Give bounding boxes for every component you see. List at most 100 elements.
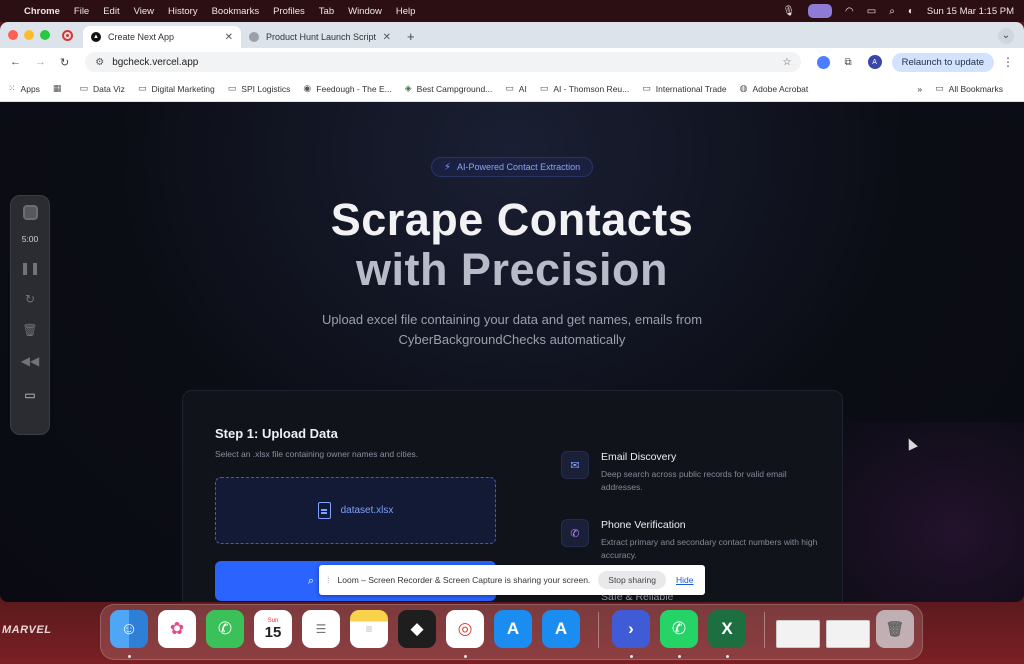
- more-menu-icon[interactable]: ⋮: [1002, 55, 1014, 69]
- minimized-window-thumbnail[interactable]: [826, 620, 870, 648]
- notes-icon[interactable]: ≡: [350, 610, 388, 648]
- bookmark-ai[interactable]: ▭ AI: [505, 83, 527, 94]
- app-store-icon[interactable]: A: [494, 610, 532, 648]
- web-page: ⚡ AI-Powered Contact Extraction Scrape C…: [0, 102, 1024, 602]
- stop-recording-icon[interactable]: [22, 205, 38, 220]
- extensions-puzzle-icon[interactable]: ⧉: [844, 57, 851, 68]
- bookmark-international-trade[interactable]: ▭ International Trade: [642, 83, 726, 94]
- close-tab-icon[interactable]: ✕: [225, 32, 233, 43]
- file-upload-dropzone[interactable]: dataset.xlsx: [215, 477, 496, 544]
- bookmark-star-icon[interactable]: ☆: [782, 57, 791, 68]
- bookmark-best-campground[interactable]: ◈ Best Campground...: [405, 83, 493, 94]
- bookmark-ai-thomson-reuters[interactable]: ▭ AI - Thomson Reu...: [540, 83, 629, 94]
- bookmark-all-bookmarks[interactable]: ▭ All Bookmarks: [935, 83, 1003, 94]
- menu-help[interactable]: Help: [396, 6, 416, 17]
- phone-app-icon[interactable]: ✆: [206, 610, 244, 648]
- lightning-bolt-icon: ⚡: [444, 161, 452, 173]
- dock-separator: [598, 612, 599, 648]
- trash-bin-icon[interactable]: 🗑: [876, 610, 914, 648]
- profile-avatar[interactable]: A: [867, 55, 882, 69]
- minimize-window-button[interactable]: [24, 30, 34, 40]
- control-center-icon[interactable]: ◐: [908, 6, 914, 17]
- globe-icon: ◍: [739, 83, 748, 93]
- feature-description: Deep search across public records for va…: [601, 469, 787, 492]
- minimized-window-thumbnail[interactable]: [776, 620, 820, 648]
- menu-view[interactable]: View: [134, 6, 154, 17]
- menu-profiles[interactable]: Profiles: [273, 6, 305, 17]
- bookmark-apps[interactable]: ⁙ Apps: [8, 83, 40, 94]
- app-store-alt-icon[interactable]: A: [542, 610, 580, 648]
- menu-bookmarks[interactable]: Bookmarks: [212, 6, 260, 17]
- bookmark-spi-logistics[interactable]: ▭ SPI Logistics: [228, 83, 291, 94]
- spotlight-search-icon[interactable]: ⌕: [889, 6, 895, 17]
- running-indicator: [630, 655, 633, 658]
- whatsapp-icon[interactable]: ✆: [660, 610, 698, 648]
- close-tab-icon[interactable]: ✕: [383, 32, 391, 43]
- finder-icon[interactable]: ☺: [110, 610, 148, 648]
- menu-window[interactable]: Window: [348, 6, 382, 17]
- menu-file[interactable]: File: [74, 6, 89, 17]
- close-window-button[interactable]: [8, 30, 18, 40]
- hero-title-line-1: Scrape Contacts: [330, 194, 694, 245]
- calendar-icon[interactable]: Sun 15: [254, 610, 292, 648]
- site-icon: ◈: [404, 83, 412, 93]
- camera-icon[interactable]: ▭: [24, 388, 35, 402]
- pause-icon[interactable]: ❚❚: [20, 261, 40, 275]
- feature-title: Email Discovery: [601, 451, 677, 463]
- menu-app[interactable]: Chrome: [24, 6, 60, 17]
- bookmark-tab-groups[interactable]: ▦: [53, 83, 67, 94]
- calendar-date: 15: [264, 623, 282, 641]
- address-bar[interactable]: ⚙ bgcheck.vercel.app ☆: [85, 52, 802, 72]
- bookmark-label: Apps: [20, 83, 40, 94]
- menu-history[interactable]: History: [168, 6, 198, 17]
- running-indicator: [678, 655, 681, 658]
- menubar-datetime[interactable]: Sun 15 Mar 1:15 PM: [927, 6, 1014, 17]
- maximize-window-button[interactable]: [40, 30, 50, 40]
- stop-sharing-button[interactable]: Stop sharing: [598, 571, 667, 589]
- tab-product-hunt[interactable]: Product Hunt Launch Script ✕: [241, 26, 399, 48]
- chrome-app-icon[interactable]: ◎: [446, 610, 484, 648]
- photos-icon[interactable]: ✿: [158, 610, 196, 648]
- excel-icon[interactable]: X: [708, 610, 746, 648]
- new-tab-button[interactable]: +: [407, 29, 415, 44]
- trash-icon[interactable]: 🗑: [22, 323, 37, 337]
- forward-arrow-icon[interactable]: →: [35, 56, 46, 68]
- drag-handle-icon[interactable]: ⁞: [327, 575, 330, 585]
- search-icon: ⌕: [307, 574, 314, 587]
- dock-separator: [764, 612, 765, 648]
- wifi-icon[interactable]: ◠: [845, 6, 854, 17]
- bookmark-adobe-acrobat[interactable]: ◍ Adobe Acrobat: [740, 83, 809, 94]
- tab-search-chevron-icon[interactable]: ⌄: [998, 28, 1014, 44]
- macos-menubar: Chrome File Edit View History Bookmarks …: [0, 0, 1024, 22]
- bookmark-digital-marketing[interactable]: ▭ Digital Marketing: [138, 83, 215, 94]
- chrome-window: ▲ Create Next App ✕ Product Hunt Launch …: [0, 22, 1024, 602]
- bookmarks-overflow-icon[interactable]: »: [917, 84, 922, 94]
- file-document-icon: [317, 502, 331, 519]
- folder-icon: ▭: [935, 83, 944, 93]
- url-text[interactable]: bgcheck.vercel.app: [112, 57, 198, 68]
- microphone-icon[interactable]: 🎙: [782, 6, 795, 17]
- cube-app-icon[interactable]: ◆: [398, 610, 436, 648]
- back-arrow-icon[interactable]: ←: [10, 56, 21, 68]
- recording-tab-icon[interactable]: [62, 30, 73, 41]
- tab-create-next-app[interactable]: ▲ Create Next App ✕: [83, 26, 241, 48]
- bookmark-label: All Bookmarks: [948, 83, 1003, 94]
- bookmark-data-viz[interactable]: ▭ Data Viz: [79, 83, 125, 94]
- bookmark-feedough[interactable]: ◉ Feedough - The E...: [303, 83, 391, 94]
- menu-edit[interactable]: Edit: [103, 6, 119, 17]
- feature-description: Extract primary and secondary contact nu…: [601, 537, 818, 560]
- battery-icon[interactable]: ▭: [867, 6, 876, 17]
- rewind-icon[interactable]: ◀◀: [21, 354, 39, 368]
- feature-title: Phone Verification: [601, 519, 686, 531]
- reminders-icon[interactable]: ☰: [302, 610, 340, 648]
- screen-recording-indicator-icon[interactable]: [808, 4, 833, 18]
- restart-icon[interactable]: ↻: [25, 292, 35, 306]
- reload-icon[interactable]: ↻: [60, 56, 69, 69]
- relaunch-to-update-button[interactable]: Relaunch to update: [891, 52, 994, 72]
- menu-tab[interactable]: Tab: [319, 6, 334, 17]
- extension-icon[interactable]: [817, 55, 831, 69]
- recording-timer: 5:00: [21, 234, 39, 244]
- chat-app-icon[interactable]: ›: [612, 610, 650, 648]
- site-info-icon[interactable]: ⚙: [95, 57, 104, 68]
- hide-link[interactable]: Hide: [676, 575, 693, 585]
